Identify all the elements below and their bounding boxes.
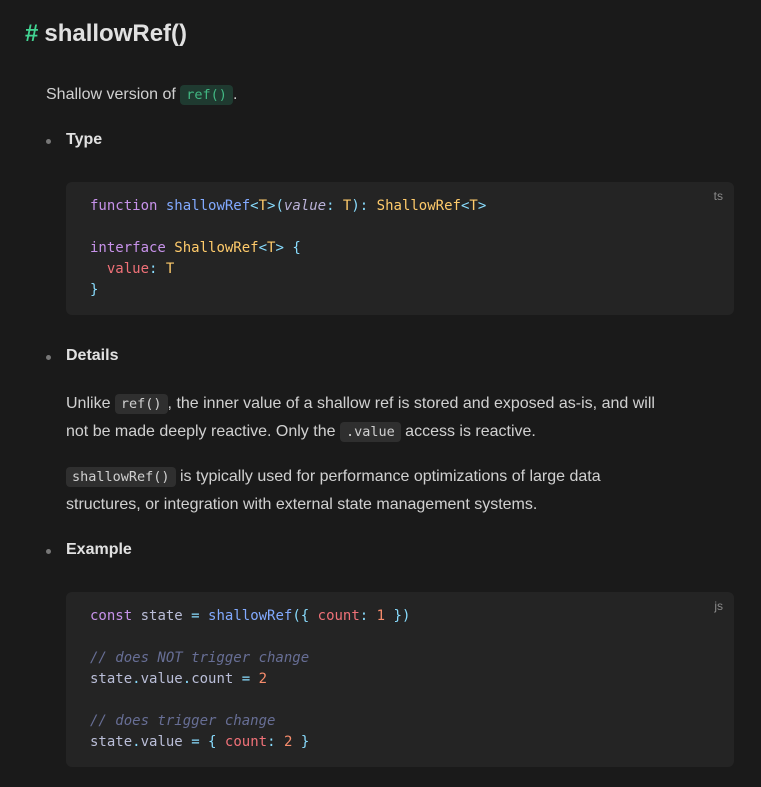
page-title: # shallowRef() bbox=[25, 18, 187, 50]
code-content: const state = shallowRef({ count: 1 }) /… bbox=[90, 606, 410, 753]
code-content: function shallowRef<T>(value: T): Shallo… bbox=[90, 196, 486, 301]
code-token: }) bbox=[385, 608, 411, 624]
code-token: = bbox=[191, 608, 200, 624]
code-token: T bbox=[258, 198, 268, 214]
list-bullet bbox=[46, 139, 51, 144]
page-title-text: shallowRef() bbox=[44, 20, 188, 47]
code-token: 2 bbox=[258, 671, 268, 687]
section-label-example: Example bbox=[66, 541, 132, 558]
paragraph-text: is typically used for performance optimi… bbox=[175, 468, 601, 485]
code-token: function bbox=[90, 198, 158, 214]
inline-code-ref: ref() bbox=[114, 394, 168, 414]
code-block-type: ts function shallowRef<T>(value: T): Sha… bbox=[66, 182, 734, 315]
code-token: < bbox=[250, 198, 259, 214]
code-lang-label: js bbox=[714, 599, 723, 613]
inline-code-ref-link[interactable]: ref() bbox=[180, 85, 233, 105]
code-token: : bbox=[267, 734, 276, 750]
code-token: value bbox=[283, 198, 327, 214]
code-token: 1 bbox=[376, 608, 386, 624]
code-token: state bbox=[90, 734, 133, 750]
inline-code-shallowref: shallowRef() bbox=[66, 467, 176, 487]
code-token: . bbox=[182, 671, 192, 687]
doc-page: # shallowRef() Shallow version of ref(). … bbox=[0, 0, 761, 787]
code-token: T bbox=[469, 198, 478, 214]
paragraph-text: , the inner value of a shallow ref is st… bbox=[167, 395, 655, 412]
paragraph-text: not be made deeply reactive. Only the bbox=[66, 423, 340, 440]
code-token: ShallowRef bbox=[174, 240, 259, 256]
code-token: = bbox=[191, 734, 200, 750]
section-label-type: Type bbox=[66, 131, 103, 148]
intro-text: Shallow version of bbox=[46, 86, 181, 103]
code-token: > { bbox=[275, 240, 301, 256]
code-token: ShallowRef bbox=[376, 198, 461, 214]
code-token: ({ bbox=[292, 608, 318, 624]
code-token: > bbox=[477, 198, 487, 214]
code-token: count bbox=[317, 608, 360, 624]
code-token: } bbox=[292, 734, 310, 750]
code-token: const bbox=[90, 608, 133, 624]
details-paragraph-2: shallowRef() is typically used for perfo… bbox=[66, 463, 734, 518]
code-token: shallowRef bbox=[165, 198, 251, 214]
list-bullet bbox=[46, 355, 51, 360]
code-token: count bbox=[224, 734, 268, 750]
code-token: shallowRef bbox=[208, 608, 293, 624]
code-token: . bbox=[132, 734, 141, 750]
code-token: value bbox=[140, 671, 183, 687]
code-token: // does trigger change bbox=[90, 713, 276, 729]
intro-paragraph: Shallow version of ref(). bbox=[46, 81, 237, 109]
inline-code-value: .value bbox=[339, 422, 401, 442]
code-token: : bbox=[149, 261, 166, 277]
code-token: >( bbox=[267, 198, 284, 214]
code-lang-label: ts bbox=[713, 189, 723, 203]
code-block-example: js const state = shallowRef({ count: 1 }… bbox=[66, 592, 734, 767]
code-token: // does NOT trigger change bbox=[90, 650, 310, 666]
paragraph-text: access is reactive. bbox=[400, 423, 536, 440]
code-token: count bbox=[191, 671, 234, 687]
code-token: interface bbox=[90, 240, 166, 256]
code-token: } bbox=[90, 282, 99, 298]
list-bullet bbox=[46, 549, 51, 554]
section-label-details: Details bbox=[66, 347, 119, 364]
paragraph-text: Unlike bbox=[66, 395, 115, 412]
code-token: ): bbox=[351, 198, 377, 214]
code-token: T bbox=[165, 261, 175, 277]
code-token: value bbox=[140, 734, 183, 750]
code-token: . bbox=[132, 671, 141, 687]
code-token: : bbox=[359, 608, 369, 624]
code-token: = bbox=[241, 671, 251, 687]
code-token: value bbox=[106, 261, 150, 277]
paragraph-text: structures, or integration with external… bbox=[66, 496, 538, 513]
code-token: state bbox=[132, 608, 192, 624]
intro-text-end: . bbox=[232, 86, 238, 103]
details-paragraph-1: Unlike ref(), the inner value of a shall… bbox=[66, 390, 734, 446]
heading-anchor-link[interactable]: # bbox=[25, 20, 38, 47]
code-token: { bbox=[199, 734, 225, 750]
code-token: : bbox=[326, 198, 343, 214]
code-token: state bbox=[90, 671, 133, 687]
code-token: < bbox=[258, 240, 268, 256]
